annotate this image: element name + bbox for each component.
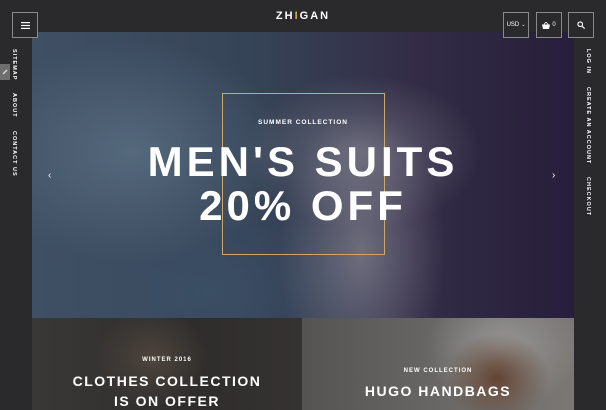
promo-title: HUGO HANDBAGS [364, 383, 512, 399]
cart-button[interactable]: 0 [536, 12, 562, 38]
header: ZHIGAN USD ⌄ 0 [0, 0, 606, 38]
promo-clothes-collection[interactable]: WINTER 2016 CLOTHES COLLECTION IS ON OFF… [32, 318, 302, 410]
pencil-icon [2, 69, 8, 75]
hamburger-icon [20, 21, 30, 29]
currency-label: USD [506, 22, 520, 28]
create-account-link[interactable]: CREATE AN ACCOUNT [585, 87, 591, 164]
currency-selector[interactable]: USD ⌄ [503, 12, 529, 38]
next-slide-arrow-icon[interactable]: › [552, 170, 555, 181]
log-in-link[interactable]: LOG IN [585, 49, 591, 74]
hero-title-line-1: MEN'S SUITS [147, 138, 459, 185]
edit-tab[interactable] [0, 64, 10, 80]
promo-subtitle: NEW COLLECTION [403, 368, 473, 374]
chevron-down-icon: ⌄ [521, 22, 526, 28]
hero-title-line-2: 20% OFF [199, 182, 407, 229]
cart-count: 0 [552, 22, 556, 28]
prev-slide-arrow-icon[interactable]: ‹ [48, 170, 51, 181]
search-button[interactable] [568, 12, 594, 38]
right-side-links: LOG IN CREATE AN ACCOUNT CHECKOUT [585, 49, 591, 216]
sitemap-link[interactable]: SITEMAP [11, 49, 17, 80]
checkout-link[interactable]: CHECKOUT [585, 177, 591, 216]
promo-subtitle: WINTER 2016 [142, 357, 192, 363]
logo-text-right: GAN [299, 10, 331, 22]
promo-title-line-1: CLOTHES COLLECTION [72, 373, 262, 389]
promo-hugo-handbags[interactable]: NEW COLLECTION HUGO HANDBAGS [302, 318, 574, 410]
left-sidebar: SITEMAP ABOUT CONTACT US [0, 32, 32, 410]
search-icon [577, 21, 585, 29]
promo-title-line-2: IS ON OFFER [114, 393, 220, 409]
left-side-links: SITEMAP ABOUT CONTACT US [11, 49, 17, 177]
basket-icon [542, 21, 551, 29]
hero-slider[interactable]: SUMMER COLLECTION MEN'S SUITS 20% OFF ‹ … [32, 32, 574, 318]
logo-text-left: ZH [275, 10, 295, 22]
hero-title: MEN'S SUITS 20% OFF [32, 140, 574, 228]
right-sidebar: LOG IN CREATE AN ACCOUNT CHECKOUT [574, 32, 606, 410]
promo-title: CLOTHES COLLECTION IS ON OFFER [32, 371, 302, 410]
hero-subtitle: SUMMER COLLECTION [258, 119, 348, 126]
contact-us-link[interactable]: CONTACT US [11, 131, 17, 177]
menu-button[interactable] [12, 12, 38, 38]
about-link[interactable]: ABOUT [11, 93, 17, 118]
